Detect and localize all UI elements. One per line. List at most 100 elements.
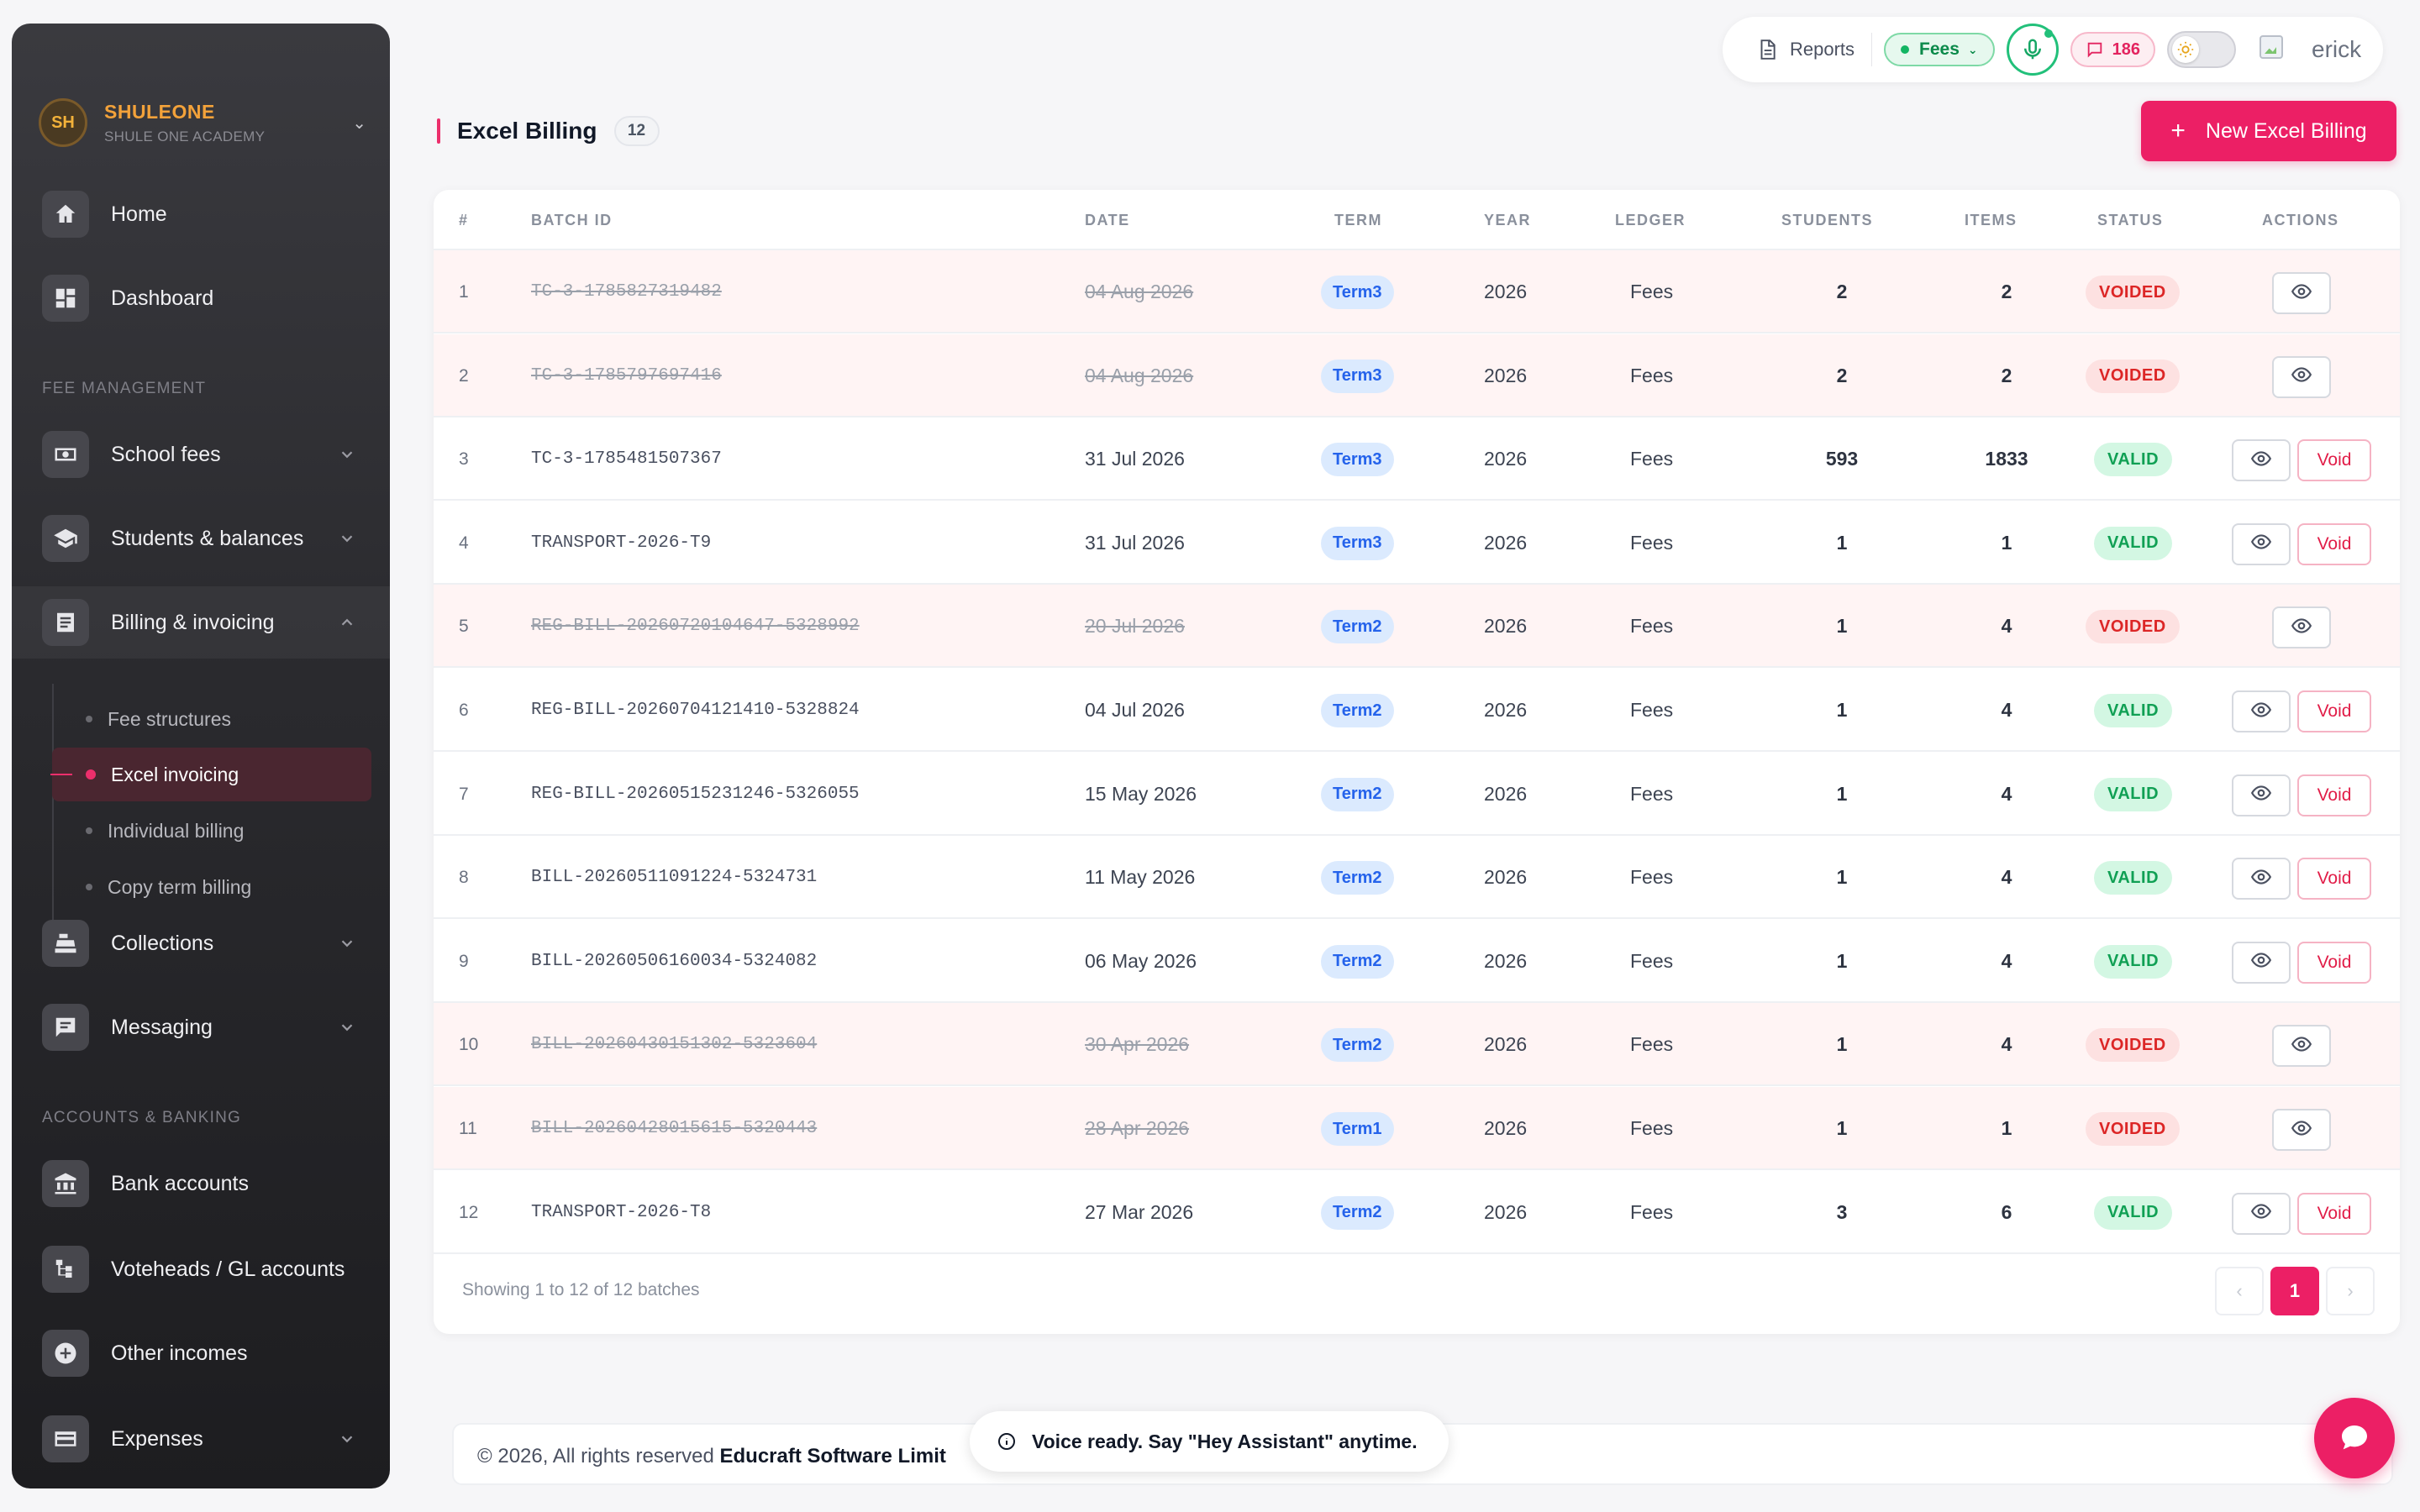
void-button[interactable]: Void: [2297, 522, 2371, 565]
dashboard-icon: [42, 275, 89, 322]
row-number: 2: [459, 365, 469, 386]
eye-icon: [2291, 615, 2312, 641]
items-count: 4: [2001, 1033, 2012, 1056]
sidebar-item-label: Other incomes: [111, 1341, 248, 1365]
batch-year: 2026: [1484, 281, 1528, 302]
batch-id: REG-BILL-20260720104647-5328992: [531, 617, 860, 637]
term-badge: Term1: [1321, 1112, 1394, 1146]
batch-id: BILL-20260428015615-5320443: [531, 1119, 818, 1138]
school-switcher[interactable]: SH SHULEONE SHULE ONE ACADEMY ⌄: [39, 89, 375, 156]
void-button[interactable]: Void: [2297, 690, 2371, 732]
column-header: TERM: [1334, 212, 1382, 228]
term-badge: Term2: [1321, 944, 1394, 979]
chat-support-button[interactable]: [2314, 1398, 2395, 1478]
view-button[interactable]: [2272, 1109, 2331, 1151]
table-row: 10 BILL-20260430151302-5323604 30 Apr 2026…: [434, 1003, 2400, 1087]
eye-icon: [2250, 448, 2272, 474]
void-button[interactable]: Void: [2297, 941, 2371, 984]
view-button[interactable]: [2232, 1192, 2291, 1235]
sidebar-item-bank-accounts[interactable]: Bank accounts: [12, 1147, 390, 1220]
view-button[interactable]: [2232, 858, 2291, 900]
status-badge: VOIDED: [2086, 1112, 2180, 1146]
batch-year: 2026: [1484, 866, 1528, 889]
view-button[interactable]: [2232, 941, 2291, 984]
new-excel-billing-button[interactable]: + New Excel Billing: [2141, 101, 2396, 161]
sidebar-item-label: School fees: [111, 442, 221, 466]
batch-id: TC-3-1785797697416: [531, 365, 722, 386]
view-button[interactable]: [2272, 272, 2331, 314]
view-button[interactable]: [2232, 522, 2291, 565]
chevron-down-icon: [338, 445, 356, 464]
pagination-prev-button[interactable]: ‹: [2215, 1267, 2264, 1315]
sidebar-subitem-fee-structures[interactable]: Fee structures: [52, 692, 371, 746]
view-button[interactable]: [2232, 690, 2291, 732]
table-row: 8 BILL-20260511091224-5324731 11 May 2026 T…: [434, 836, 2400, 920]
view-button[interactable]: [2272, 606, 2331, 649]
void-button[interactable]: Void: [2297, 858, 2371, 900]
sidebar-item-dashboard[interactable]: Dashboard: [12, 262, 390, 334]
status-badge: VOIDED: [2086, 276, 2180, 309]
chevron-down-icon: [338, 1018, 356, 1037]
batch-date: 15 May 2026: [1085, 782, 1197, 805]
view-button[interactable]: [2272, 1025, 2331, 1068]
reports-button[interactable]: Reports: [1743, 33, 1873, 66]
sidebar-item-students-balances[interactable]: Students & balances: [12, 502, 390, 575]
sidebar-item-school-fees[interactable]: School fees: [12, 418, 390, 491]
sidebar-item-home[interactable]: Home: [12, 178, 390, 250]
theme-toggle[interactable]: [2167, 31, 2237, 68]
messages-button[interactable]: 186: [2070, 32, 2156, 67]
eye-icon: [2291, 1117, 2312, 1143]
status-badge: VALID: [2094, 694, 2173, 727]
sidebar-subitem-copy-term-billing[interactable]: Copy term billing: [52, 860, 371, 914]
avatar[interactable]: [2260, 35, 2288, 64]
sidebar-item-expenses[interactable]: Expenses: [12, 1403, 390, 1475]
sidebar-item-other-incomes[interactable]: Other incomes: [12, 1317, 390, 1389]
status-badge: VALID: [2094, 777, 2173, 811]
info-icon: [998, 1433, 1015, 1450]
status-badge: VALID: [2094, 861, 2173, 895]
graduation-cap-icon: [42, 515, 89, 562]
void-button[interactable]: Void: [2297, 1192, 2371, 1235]
reports-label: Reports: [1790, 39, 1855, 60]
sidebar-subitem-label: Fee structures: [108, 707, 231, 730]
term-badge: Term3: [1321, 276, 1394, 309]
students-count: 1: [1836, 949, 1848, 972]
batch-ledger: Fees: [1630, 281, 1674, 302]
term-badge: Term3: [1321, 443, 1394, 477]
row-number: 6: [459, 701, 469, 720]
batch-id: TC-3-1785481507367: [531, 449, 722, 470]
sidebar-item-voteheads[interactable]: Voteheads / GL accounts: [12, 1233, 390, 1305]
sidebar-item-messaging[interactable]: Messaging: [12, 991, 390, 1063]
company-name[interactable]: Educraft Software Limit: [720, 1445, 946, 1467]
ledger-selector[interactable]: Fees ⌄: [1884, 33, 1995, 66]
view-button[interactable]: [2232, 439, 2291, 482]
row-number: 12: [459, 1202, 479, 1222]
sidebar-subitem-excel-invoicing[interactable]: Excel invoicing: [50, 748, 371, 801]
sidebar-item-billing-invoicing[interactable]: Billing & invoicing: [12, 586, 390, 659]
voice-assistant-button[interactable]: [2006, 24, 2059, 76]
batch-id: TC-3-1785827319482: [531, 282, 722, 302]
sidebar-item-label: Bank accounts: [111, 1171, 249, 1195]
batch-ledger: Fees: [1630, 866, 1674, 889]
void-button[interactable]: Void: [2297, 774, 2371, 816]
batch-ledger: Fees: [1630, 1200, 1674, 1223]
items-count: 4: [2001, 699, 2012, 721]
user-name[interactable]: erick: [2312, 36, 2361, 63]
eye-icon: [2250, 1200, 2272, 1226]
sidebar-item-label: Home: [111, 202, 167, 226]
table-row: 12 TRANSPORT-2026-T8 27 Mar 2026 Term2 2026 F…: [434, 1171, 2400, 1254]
batch-ledger: Fees: [1630, 949, 1674, 972]
voice-ready-toast: Voice ready. Say "Hey Assistant" anytime…: [970, 1411, 1449, 1472]
sidebar-subitem-individual-billing[interactable]: Individual billing: [52, 804, 371, 858]
pagination-page-button[interactable]: 1: [2270, 1267, 2319, 1315]
students-count: 1: [1836, 1033, 1848, 1056]
void-button[interactable]: Void: [2297, 439, 2371, 482]
batch-date: 31 Jul 2026: [1085, 531, 1185, 554]
sidebar-item-collections[interactable]: Collections: [12, 907, 390, 979]
pagination-next-button[interactable]: ›: [2326, 1267, 2375, 1315]
batch-ledger: Fees: [1630, 615, 1674, 638]
view-button[interactable]: [2272, 355, 2331, 398]
toggle-knob: [2172, 36, 2200, 63]
status-badge: VOIDED: [2086, 359, 2180, 393]
view-button[interactable]: [2232, 774, 2291, 816]
